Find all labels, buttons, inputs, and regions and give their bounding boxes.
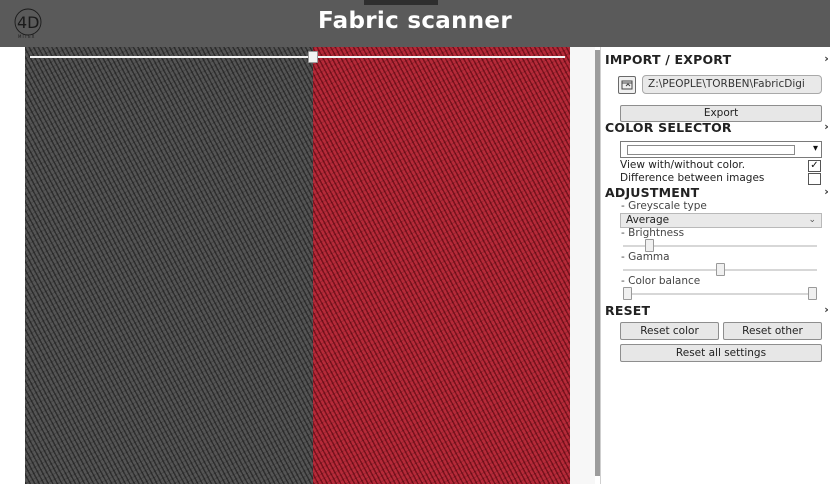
svg-text:MITEX: MITEX bbox=[18, 34, 35, 39]
color-balance-high-thumb[interactable] bbox=[808, 287, 817, 300]
color-selector-title: COLOR SELECTOR bbox=[605, 120, 732, 135]
color-select-dropdown[interactable]: ▾ bbox=[620, 141, 822, 158]
window-notch bbox=[364, 0, 438, 5]
import-export-title: IMPORT / EXPORT bbox=[605, 52, 732, 67]
split-slider-handle[interactable] bbox=[308, 51, 318, 63]
fabric-viewer[interactable] bbox=[25, 47, 570, 484]
title-bar: 4D MITEX Fabric scanner bbox=[0, 0, 830, 47]
color-balance-slider-track[interactable] bbox=[623, 293, 817, 295]
viewer-gutter bbox=[570, 47, 595, 484]
chevron-right-icon[interactable]: › bbox=[824, 303, 829, 316]
difference-label: Difference between images bbox=[620, 172, 765, 184]
chevron-right-icon[interactable]: › bbox=[824, 52, 829, 65]
reset-other-button[interactable]: Reset other bbox=[723, 322, 822, 340]
gamma-label: - Gamma bbox=[621, 251, 670, 263]
fabric-image-colored bbox=[313, 47, 570, 484]
import-export-header[interactable]: IMPORT / EXPORT › bbox=[605, 52, 829, 67]
folder-icon[interactable] bbox=[618, 76, 636, 94]
adjustment-header[interactable]: ADJUSTMENT › bbox=[605, 185, 829, 200]
greyscale-type-value: Average bbox=[626, 214, 670, 226]
adjustment-title: ADJUSTMENT bbox=[605, 185, 700, 200]
check-icon: ✓ bbox=[810, 160, 819, 171]
reset-header[interactable]: RESET › bbox=[605, 303, 829, 318]
reset-title: RESET bbox=[605, 303, 651, 318]
chevron-down-icon: ⌄ bbox=[808, 215, 816, 225]
greyscale-type-select[interactable]: Average ⌄ bbox=[620, 213, 822, 228]
brightness-label: - Brightness bbox=[621, 227, 685, 239]
chevron-right-icon[interactable]: › bbox=[824, 185, 829, 198]
color-balance-label: - Color balance bbox=[621, 275, 701, 287]
reset-all-button[interactable]: Reset all settings bbox=[620, 344, 822, 362]
color-balance-low-thumb[interactable] bbox=[623, 287, 632, 300]
view-with-color-checkbox[interactable]: ✓ bbox=[808, 160, 821, 172]
color-selector-header[interactable]: COLOR SELECTOR › bbox=[605, 120, 829, 135]
settings-panel: IMPORT / EXPORT › Z:\PEOPLE\TORBEN\Fabri… bbox=[600, 47, 830, 484]
fabric-image-original bbox=[25, 47, 313, 484]
color-select-value bbox=[627, 145, 795, 155]
view-with-color-label: View with/without color. bbox=[620, 159, 746, 171]
gamma-slider-thumb[interactable] bbox=[715, 263, 725, 276]
chevron-right-icon[interactable]: › bbox=[824, 120, 829, 133]
import-path-field[interactable]: Z:\PEOPLE\TORBEN\FabricDigi bbox=[642, 75, 822, 94]
chevron-down-icon[interactable]: ▾ bbox=[813, 143, 818, 154]
split-slider-track[interactable] bbox=[30, 56, 565, 58]
reset-color-button[interactable]: Reset color bbox=[620, 322, 719, 340]
difference-checkbox[interactable] bbox=[808, 173, 821, 185]
greyscale-type-label: - Greyscale type bbox=[621, 200, 707, 212]
app-title: Fabric scanner bbox=[318, 8, 512, 34]
